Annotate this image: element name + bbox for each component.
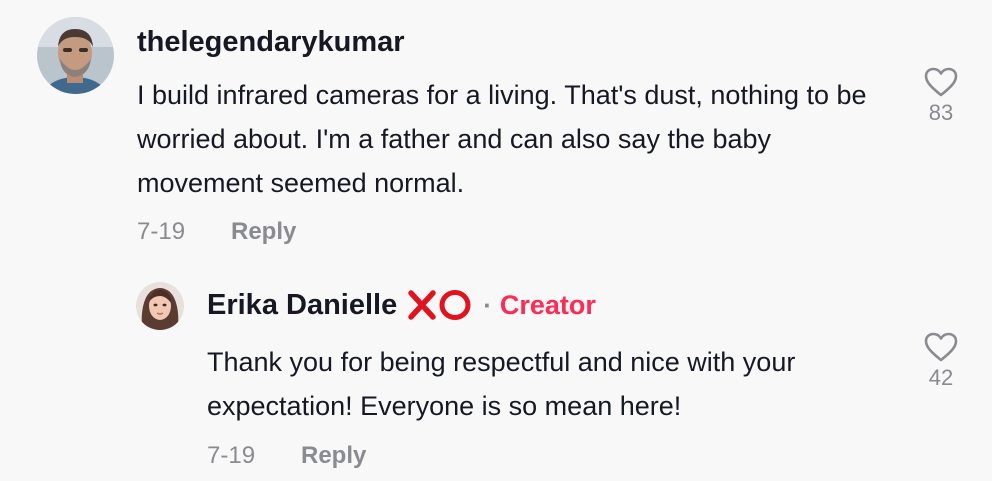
reply-button[interactable]: Reply <box>301 442 366 470</box>
avatar-man-icon <box>37 17 114 94</box>
reply-text: Thank you for being respectful and nice … <box>207 347 796 421</box>
creator-badge: Creator <box>499 289 596 320</box>
separator-dot: · <box>483 289 492 320</box>
like-control[interactable]: 42 <box>911 331 971 391</box>
xo-emoji-icon <box>408 290 471 321</box>
reply-username-row: Erika Danielle · Creator <box>207 288 596 322</box>
comment-date: 7-19 <box>137 218 186 245</box>
like-count: 83 <box>928 100 954 125</box>
comment-thread: thelegendarykumar I build infrared camer… <box>0 0 992 481</box>
reply-username[interactable]: Erika Danielle <box>207 289 397 321</box>
avatar[interactable] <box>37 17 114 94</box>
reply-button[interactable]: Reply <box>231 218 296 246</box>
comment-username[interactable]: thelegendarykumar <box>137 26 405 59</box>
avatar[interactable] <box>136 282 184 330</box>
heart-icon[interactable] <box>923 331 959 363</box>
reply-date: 7-19 <box>207 442 256 469</box>
avatar-woman-icon <box>136 282 184 330</box>
like-control[interactable]: 83 <box>911 66 971 126</box>
heart-icon[interactable] <box>923 66 959 98</box>
comment-text: I build infrared cameras for a living. T… <box>137 80 867 198</box>
like-count: 42 <box>928 365 954 390</box>
